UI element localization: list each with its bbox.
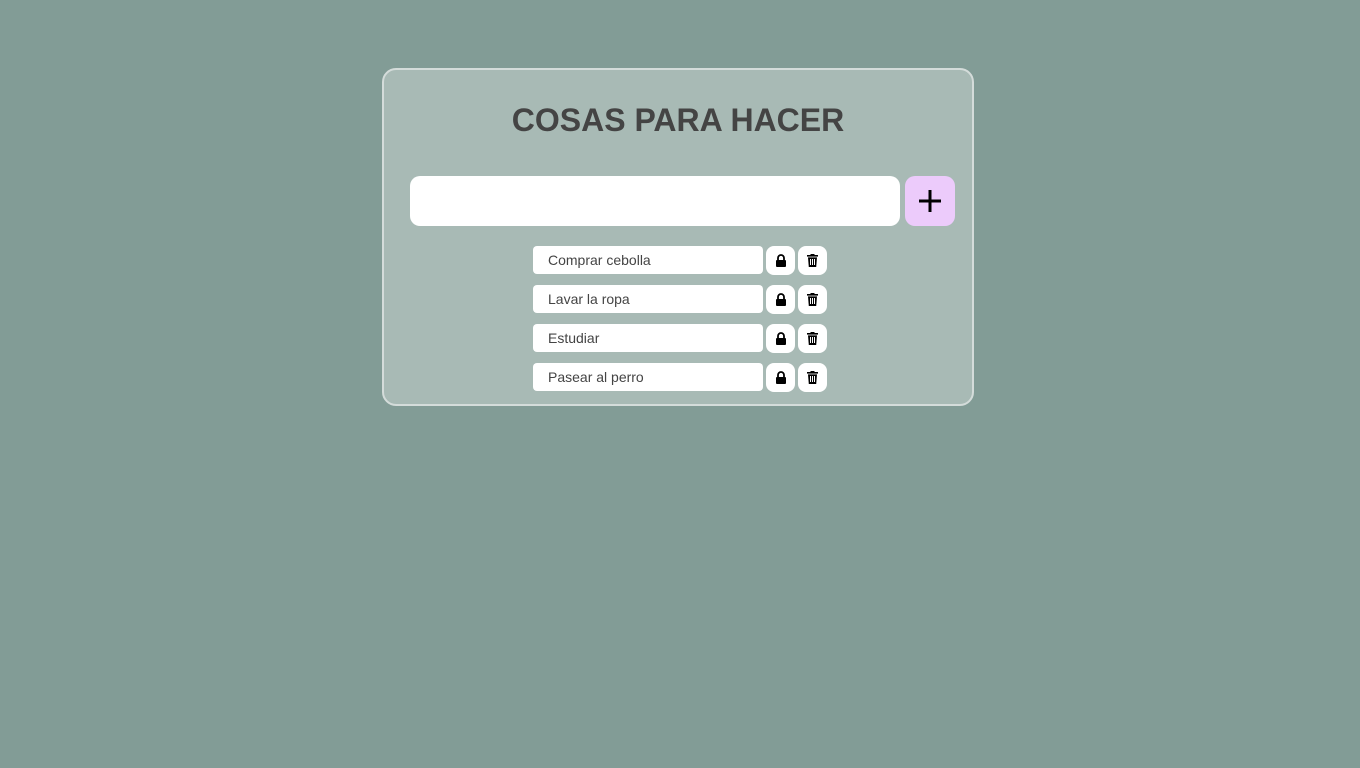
plus-icon: [919, 190, 941, 212]
lock-button[interactable]: [766, 362, 795, 392]
task-text: Estudiar: [533, 324, 763, 352]
task-text: Comprar cebolla: [533, 246, 763, 274]
task-list: Comprar cebolla Lavar la ropa Estudiar P…: [533, 245, 833, 402]
new-task-input[interactable]: [410, 176, 900, 226]
task-text: Pasear al perro: [533, 363, 763, 391]
lock-icon: [775, 292, 786, 306]
todo-card: COSAS PARA HACER Comprar cebolla Lavar l…: [382, 68, 974, 406]
list-item: Comprar cebolla: [533, 245, 833, 275]
delete-button[interactable]: [798, 245, 827, 275]
trash-icon: [807, 253, 818, 267]
list-item: Estudiar: [533, 323, 833, 353]
lock-button[interactable]: [766, 245, 795, 275]
trash-icon: [807, 370, 818, 384]
add-task-button[interactable]: [905, 176, 955, 226]
delete-button[interactable]: [798, 284, 827, 314]
task-text: Lavar la ropa: [533, 285, 763, 313]
lock-button[interactable]: [766, 284, 795, 314]
trash-icon: [807, 292, 818, 306]
lock-icon: [775, 331, 786, 345]
lock-button[interactable]: [766, 323, 795, 353]
lock-icon: [775, 253, 786, 267]
list-item: Pasear al perro: [533, 362, 833, 392]
page-title: COSAS PARA HACER: [511, 102, 845, 138]
delete-button[interactable]: [798, 362, 827, 392]
list-item: Lavar la ropa: [533, 284, 833, 314]
trash-icon: [807, 331, 818, 345]
delete-button[interactable]: [798, 323, 827, 353]
lock-icon: [775, 370, 786, 384]
